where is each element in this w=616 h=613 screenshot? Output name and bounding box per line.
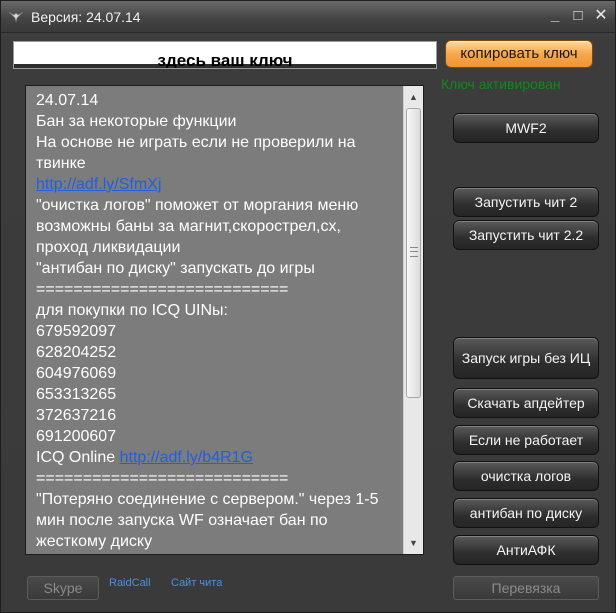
log-line: запустите "антибан по диску" xyxy=(36,552,406,555)
if-not-working-button[interactable]: Если не работает xyxy=(453,425,599,455)
download-updater-button[interactable]: Скачать апдейтер xyxy=(453,388,599,418)
news-log-text: 24.07.14 Бан за некоторые функции На основ… xyxy=(36,90,406,555)
log-line-text: 24.07.14 xyxy=(36,92,99,109)
log-line: 653313265 xyxy=(36,384,406,405)
log-line: Бан за некоторые функции xyxy=(36,111,406,132)
log-line: На основе не играть если не проверили на xyxy=(36,132,406,153)
log-line: 628204252 xyxy=(36,342,406,363)
log-line-text: Бан за некоторые функции xyxy=(36,113,237,130)
copy-key-button[interactable]: копировать ключ xyxy=(445,40,593,68)
log-line: 679592097 xyxy=(36,321,406,342)
log-line: "очистка логов" поможет от моргания меню xyxy=(36,195,406,216)
log-line: проход ликвидации xyxy=(36,237,406,258)
log-line-text: 653313265 xyxy=(36,386,117,403)
launch-cheat-2-button[interactable]: Запустить чит 2 xyxy=(453,187,599,217)
close-button[interactable]: ✕ xyxy=(593,8,609,24)
log-line-text: 628204252 xyxy=(36,344,117,361)
log-line-text: На основе не играть если не проверили на xyxy=(36,134,356,151)
log-line: "Потеряно соединение с сервером." через … xyxy=(36,489,406,510)
log-line: твинке xyxy=(36,153,406,174)
antiafk-button[interactable]: АнтиАФК xyxy=(453,535,599,565)
log-line-text: "антибан по диску" запускать до игры xyxy=(36,260,315,277)
log-line-text: 679592097 xyxy=(36,323,117,340)
log-line-text: 691200607 xyxy=(36,428,117,445)
license-key-input[interactable] xyxy=(14,42,436,68)
maximize-button[interactable]: □ xyxy=(570,8,586,24)
raidcall-link[interactable]: RaidCall xyxy=(109,577,151,589)
scroll-thumb[interactable] xyxy=(406,108,421,398)
mwf2-button[interactable]: MWF2 xyxy=(453,113,599,143)
scroll-down-arrow-icon[interactable]: ▼ xyxy=(404,534,423,552)
key-field-container xyxy=(13,41,437,69)
log-line: 604976069 xyxy=(36,363,406,384)
log-line-text: 604976069 xyxy=(36,365,117,382)
antiban-disk-button[interactable]: антибан по диску xyxy=(453,498,599,528)
log-line-text: ICQ Online xyxy=(36,449,120,466)
grip-icon xyxy=(410,247,418,257)
log-link[interactable]: http://adf.ly/b4R1G xyxy=(120,449,253,466)
window-title: Версия: 24.07.14 xyxy=(31,9,141,25)
log-line-text: жесткому диску xyxy=(36,533,153,550)
log-line: 372637216 xyxy=(36,405,406,426)
main-window: Версия: 24.07.14 _ □ ✕ копировать ключ К… xyxy=(0,0,616,613)
log-line-text: =========================== xyxy=(36,281,289,298)
log-line: 691200607 xyxy=(36,426,406,447)
rebind-button[interactable]: Перевязка xyxy=(453,576,599,600)
title-bar[interactable]: Версия: 24.07.14 _ □ ✕ xyxy=(1,1,615,33)
skype-button[interactable]: Skype xyxy=(27,576,99,600)
vertical-scrollbar[interactable]: ▲ ▼ xyxy=(403,86,423,554)
cheat-site-link[interactable]: Сайт чита xyxy=(171,577,222,589)
scroll-up-arrow-icon[interactable]: ▲ xyxy=(404,88,423,106)
log-line-text: возможны баны за магнит,скорострел,сх, xyxy=(36,218,341,235)
log-line: возможны баны за магнит,скорострел,сх, xyxy=(36,216,406,237)
clear-logs-button[interactable]: очистка логов xyxy=(453,461,599,491)
log-line-text: запустите "антибан по диску" xyxy=(36,554,253,555)
log-line: 24.07.14 xyxy=(36,90,406,111)
log-line: "антибан по диску" запускать до игры xyxy=(36,258,406,279)
wings-logo-icon xyxy=(8,11,24,23)
log-line-text: "очистка логов" поможет от моргания меню xyxy=(36,197,359,214)
log-line: ICQ Online http://adf.ly/b4R1G xyxy=(36,447,406,468)
log-line: для покупки по ICQ UINы: xyxy=(36,300,406,321)
log-line: =========================== xyxy=(36,279,406,300)
log-line: =========================== xyxy=(36,468,406,489)
log-line: http://adf.ly/SfmXj xyxy=(36,174,406,195)
log-line-text: проход ликвидации xyxy=(36,239,181,256)
log-line-text: "Потеряно соединение с сервером." через … xyxy=(36,491,379,508)
log-line: мин после запуска WF означает бан по xyxy=(36,510,406,531)
launch-cheat-2-2-button[interactable]: Запустить чит 2.2 xyxy=(453,220,599,250)
log-line: жесткому диску xyxy=(36,531,406,552)
log-link[interactable]: http://adf.ly/SfmXj xyxy=(36,176,161,193)
news-log-panel[interactable]: 24.07.14 Бан за некоторые функции На основ… xyxy=(25,85,424,555)
minimize-button[interactable]: _ xyxy=(547,8,563,24)
launch-game-no-ic-button[interactable]: Запуск игры без ИЦ xyxy=(453,337,599,379)
log-line-text: =========================== xyxy=(36,470,289,487)
log-line-text: для покупки по ICQ UINы: xyxy=(36,302,228,319)
key-status-text: Ключ активирован xyxy=(441,76,561,92)
log-line-text: 372637216 xyxy=(36,407,117,424)
log-line-text: твинке xyxy=(36,155,86,172)
log-line-text: мин после запуска WF означает бан по xyxy=(36,512,328,529)
